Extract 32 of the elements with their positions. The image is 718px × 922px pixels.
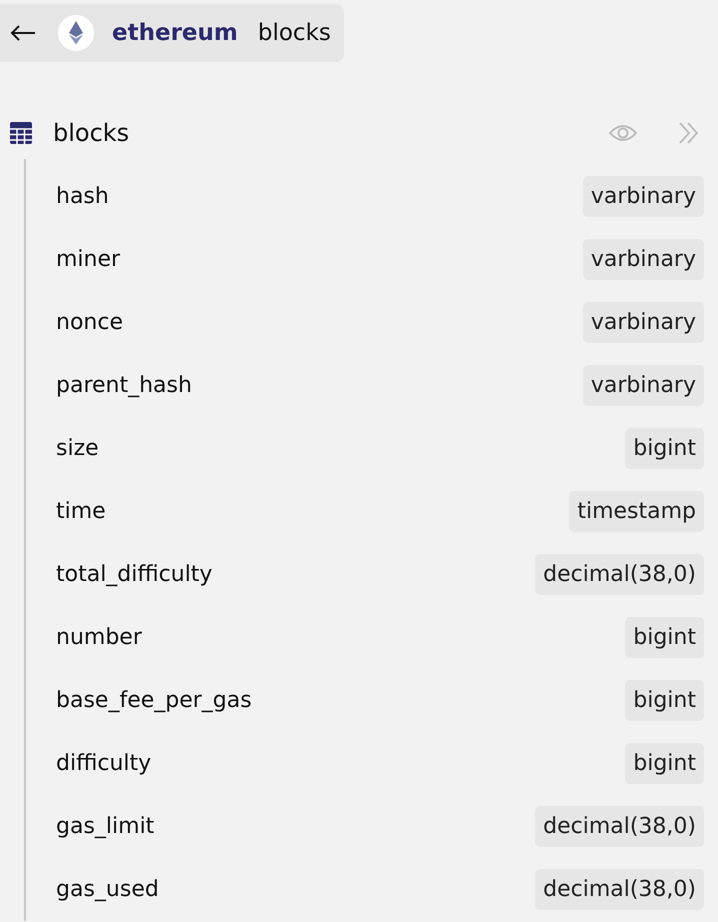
- table-icon: [9, 121, 33, 145]
- column-name: hash: [56, 184, 109, 209]
- column-name: time: [56, 499, 106, 524]
- type-tag: varbinary: [582, 176, 704, 217]
- type-tag: decimal(38,0): [535, 554, 704, 595]
- column-name: gas_limit: [56, 814, 154, 839]
- column-name: number: [56, 625, 142, 650]
- column-name: total_difficulty: [56, 562, 212, 587]
- type-tag: varbinary: [582, 365, 704, 406]
- table-title: blocks: [53, 119, 130, 147]
- column-name: base_fee_per_gas: [56, 688, 252, 713]
- column-name: miner: [56, 247, 120, 272]
- column-name: size: [56, 436, 99, 461]
- double-chevron-icon[interactable]: [678, 121, 700, 145]
- back-icon[interactable]: [8, 23, 38, 43]
- type-tag: varbinary: [582, 302, 704, 343]
- column-name: nonce: [56, 310, 123, 335]
- type-tag: bigint: [625, 680, 704, 721]
- type-tag: decimal(38,0): [535, 869, 704, 910]
- type-tag: decimal(38,0): [535, 806, 704, 847]
- type-tag: bigint: [625, 743, 704, 784]
- type-tag: bigint: [625, 617, 704, 658]
- diamond-logo-icon: [58, 15, 94, 51]
- column-name: difficulty: [56, 751, 152, 776]
- type-tag: bigint: [625, 428, 704, 469]
- column-name: gas_used: [56, 877, 159, 902]
- type-tag: varbinary: [582, 239, 704, 280]
- column-name: parent_hash: [56, 373, 192, 398]
- type-tag: timestamp: [569, 491, 704, 532]
- namespace-link[interactable]: ethereum: [112, 20, 238, 46]
- table-name: blocks: [258, 20, 331, 46]
- eye-icon[interactable]: [608, 123, 638, 143]
